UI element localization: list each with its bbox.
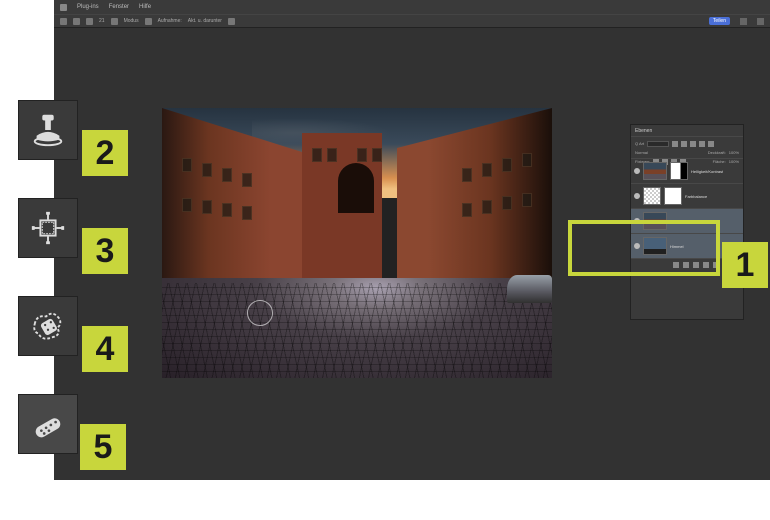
healing-brush-tool-tile xyxy=(18,394,78,454)
callout-1-highlight xyxy=(568,220,720,276)
callout-4: 4 xyxy=(18,296,98,376)
sample-label: Aufnahme: xyxy=(158,18,182,24)
share-button[interactable]: Teilen xyxy=(709,17,730,25)
brush-cursor xyxy=(247,300,273,326)
mode-label: Modus xyxy=(124,18,139,24)
callout-5: 5 xyxy=(18,394,98,474)
brush-settings-icon[interactable] xyxy=(111,18,118,25)
home-icon[interactable] xyxy=(60,18,67,25)
blend-mode[interactable]: Normal xyxy=(635,150,648,155)
layer-thumbnail[interactable] xyxy=(643,162,667,180)
filter-adjust-icon[interactable] xyxy=(681,141,687,147)
callout-3-number: 3 xyxy=(82,228,128,274)
healing-brush-icon xyxy=(29,405,67,443)
align-icon[interactable] xyxy=(228,18,235,25)
filter-text-icon[interactable] xyxy=(690,141,696,147)
filter-smart-icon[interactable] xyxy=(708,141,714,147)
layer-filter-label: Q Art xyxy=(635,141,644,146)
filter-shape-icon[interactable] xyxy=(699,141,705,147)
car-object xyxy=(507,275,552,303)
mode-dropdown[interactable] xyxy=(145,18,152,25)
callout-1-number: 1 xyxy=(722,242,768,288)
layer-name[interactable]: Helligkeit/Kontrast xyxy=(691,169,723,174)
filter-type-dropdown[interactable] xyxy=(647,141,669,147)
layer-mask-thumbnail[interactable] xyxy=(664,187,682,205)
filter-pixel-icon[interactable] xyxy=(672,141,678,147)
brush-preview-icon[interactable] xyxy=(86,18,93,25)
search-icon[interactable] xyxy=(740,18,747,25)
sample-value[interactable]: Akt. u. darunter xyxy=(188,18,222,24)
opacity-value[interactable]: 100% xyxy=(729,150,739,155)
fill-value[interactable]: 100% xyxy=(729,159,739,164)
callout-2-number: 2 xyxy=(82,130,128,176)
document-image xyxy=(162,108,552,378)
app-icon xyxy=(60,4,67,11)
patch-tool-icon xyxy=(29,307,67,345)
brush-size-value: 21 xyxy=(99,18,105,24)
menu-item-help[interactable]: Hilfe xyxy=(139,4,151,10)
clone-stamp-icon xyxy=(29,111,67,149)
clone-stamp-tool-tile xyxy=(18,100,78,160)
callout-3: 3 xyxy=(18,198,98,278)
opacity-label: Deckkraft: xyxy=(708,150,726,155)
content-aware-tool-tile xyxy=(18,198,78,258)
menu-bar: Plug-ins Fenster Hilfe xyxy=(54,0,770,14)
visibility-toggle[interactable] xyxy=(634,168,640,174)
workspace-icon[interactable] xyxy=(757,18,764,25)
visibility-toggle[interactable] xyxy=(634,193,640,199)
tool-preset-icon[interactable] xyxy=(73,18,80,25)
options-bar: 21 Modus Aufnahme: Akt. u. darunter Teil… xyxy=(54,14,770,28)
menu-item-plugins[interactable]: Plug-ins xyxy=(77,4,99,10)
layer-row[interactable]: Farbbalance xyxy=(631,183,743,208)
callout-2: 2 xyxy=(18,100,98,180)
callout-5-number: 5 xyxy=(80,424,126,470)
callout-4-number: 4 xyxy=(82,326,128,372)
canvas[interactable] xyxy=(162,108,552,378)
callout-1: 1 xyxy=(568,220,768,290)
menu-item-window[interactable]: Fenster xyxy=(109,4,129,10)
content-aware-icon xyxy=(29,209,67,247)
tutorial-figure: Plug-ins Fenster Hilfe 21 Modus Aufnahme… xyxy=(0,0,770,520)
layer-mask-thumbnail[interactable] xyxy=(670,162,688,180)
fill-label: Fläche: xyxy=(713,159,726,164)
patch-tool-tile xyxy=(18,296,78,356)
layer-row[interactable]: Helligkeit/Kontrast xyxy=(631,158,743,183)
layer-name[interactable]: Farbbalance xyxy=(685,194,707,199)
layers-panel-controls: Q Art Normal Deckkraft: 100% Fixieren: xyxy=(631,136,743,158)
layer-thumbnail[interactable] xyxy=(643,187,661,205)
layers-panel-title: Ebenen xyxy=(635,128,652,134)
